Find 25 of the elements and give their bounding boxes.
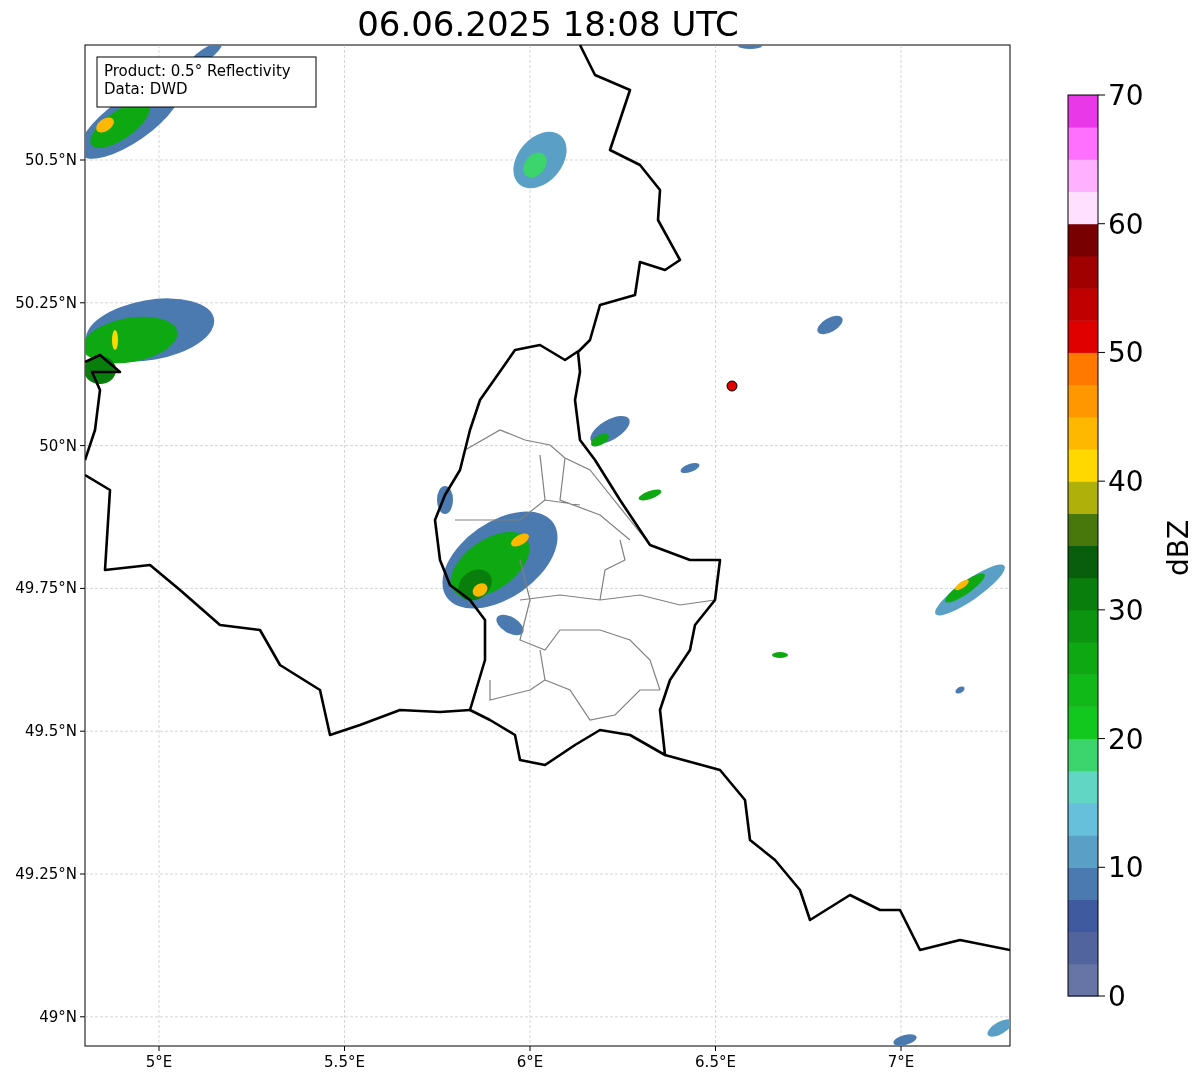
legend-text: Product: 0.5° Reflectivity (104, 62, 291, 80)
colorbar-tick-label: 50 (1108, 336, 1144, 370)
colorbar-tick-label: 30 (1108, 593, 1144, 627)
latitude-label: 49.25°N (15, 865, 77, 883)
radar-site-marker (726, 380, 738, 392)
latitude-label: 50.5°N (24, 151, 77, 169)
longitude-label: 6°E (516, 1053, 544, 1071)
latitude-label: 50.25°N (15, 293, 77, 312)
colorbar-tick-label: 70 (1108, 79, 1144, 112)
colorbar-label: dBZ (1162, 519, 1195, 577)
latitude-label: 50°N (39, 436, 77, 455)
longitude-label: 7°E (887, 1053, 915, 1071)
colorbar-tick-label: 0 (1108, 980, 1126, 1013)
colorbar-tick-label: 10 (1108, 851, 1144, 885)
legend-text: Data: DWD (104, 80, 188, 98)
latitude-label: 49.5°N (24, 722, 77, 741)
colorbar-tick-label: 20 (1108, 722, 1144, 756)
longitude-label: 5°E (145, 1053, 173, 1071)
longitude-label: 5.5°E (324, 1053, 365, 1071)
longitude-label: 6.5°E (695, 1053, 736, 1071)
colorbar-tick-label: 40 (1108, 465, 1144, 499)
latitude-label: 49°N (39, 1007, 77, 1026)
latitude-label: 49.75°N (15, 579, 77, 598)
colorbar-tick-label: 60 (1108, 207, 1144, 241)
chart-title: 06.06.2025 18:08 UTC (357, 4, 739, 44)
